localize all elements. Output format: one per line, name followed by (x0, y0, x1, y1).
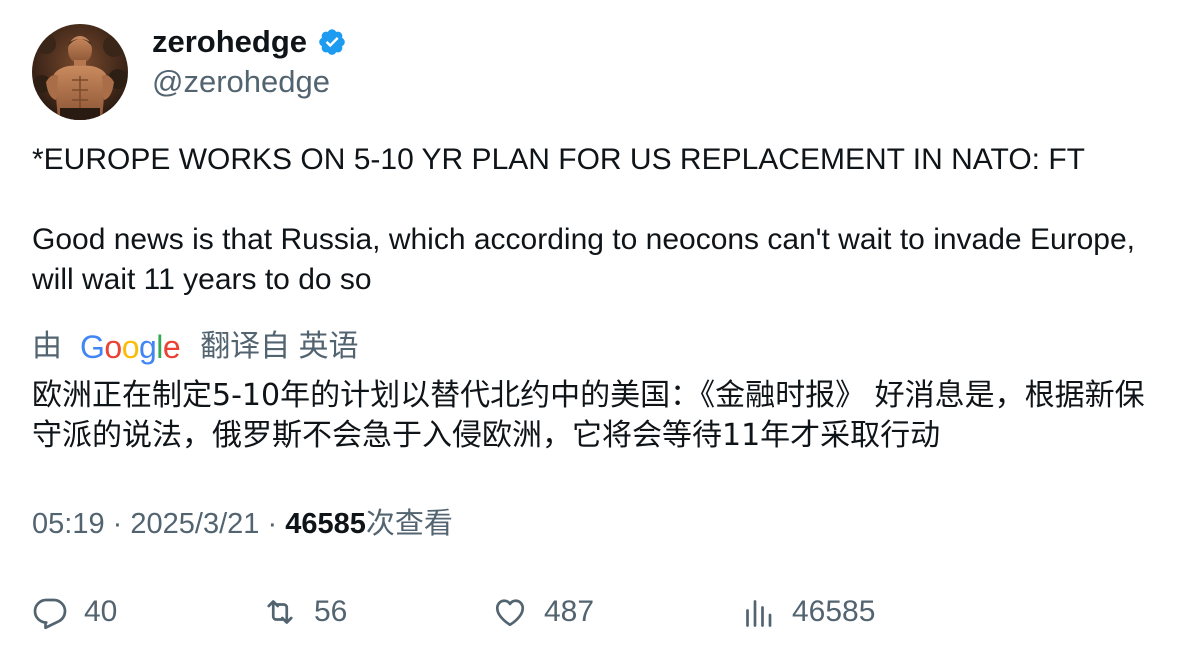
translation-attribution: 由 Google 翻译自 英语 (32, 327, 359, 367)
action-bar: 40 56 487 46585 (32, 590, 1172, 634)
views-count: 46585 (285, 508, 366, 540)
meta-separator-2: · (267, 508, 278, 540)
like-button[interactable]: 487 (492, 590, 594, 634)
author-name-row[interactable]: zerohedge (152, 22, 347, 62)
analytics-icon (746, 600, 772, 627)
tweet-date[interactable]: 2025/3/21 (130, 508, 259, 540)
translated-text: 欧洲正在制定5-10年的计划以替代北约中的美国：《金融时报》 好消息是，根据新保… (32, 378, 1145, 453)
reply-icon (33, 598, 67, 630)
tweet-headline: *EUROPE WORKS ON 5-10 YR PLAN FOR US REP… (32, 143, 1085, 176)
verified-badge-icon (317, 27, 347, 57)
meta-separator: · (112, 508, 123, 540)
like-count: 487 (544, 595, 595, 628)
tweet-text: *EUROPE WORKS ON 5-10 YR PLAN FOR US REP… (32, 140, 1172, 300)
tweet-body: Good news is that Russia, which accordin… (32, 223, 1136, 296)
reply-count: 40 (84, 595, 118, 628)
avatar[interactable] (32, 24, 128, 120)
author-handle[interactable]: @zerohedge (152, 62, 330, 102)
views-action-count: 46585 (792, 595, 876, 628)
views-label: 次查看 (365, 508, 453, 540)
translation-prefix: 由 (32, 330, 62, 363)
retweet-button[interactable]: 56 (262, 590, 347, 634)
retweet-icon (267, 600, 293, 624)
tweet-meta: 05:19 · 2025/3/21 · 46585次查看 (32, 504, 453, 544)
views-button[interactable]: 46585 (740, 590, 875, 634)
reply-button[interactable]: 40 (32, 590, 117, 634)
translation-suffix: 翻译自 英语 (200, 330, 359, 363)
author-display-name[interactable]: zerohedge (152, 22, 307, 62)
retweet-count: 56 (314, 595, 348, 628)
tweet-time[interactable]: 05:19 (32, 508, 105, 540)
google-logo: Google (80, 329, 181, 365)
profile-photo-icon (32, 24, 128, 120)
heart-icon (495, 599, 525, 627)
